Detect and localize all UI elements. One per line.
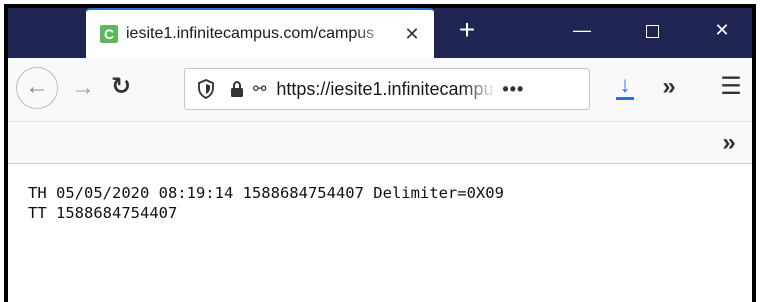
minimize-icon: — (573, 20, 591, 40)
text-line: TH 05/05/2020 08:19:14 1588684754407 Del… (28, 184, 504, 202)
reload-icon: ↻ (110, 73, 132, 100)
maximize-button[interactable] (624, 8, 680, 52)
back-button[interactable]: ← (16, 67, 58, 109)
tab-active[interactable]: C iesite1.infinitecampus.com/campus ✕ (86, 8, 434, 58)
hamburger-menu-icon: ☰ (720, 73, 742, 100)
permissions-icon[interactable]: ⚯ (253, 79, 266, 99)
minimize-button[interactable]: — (554, 8, 610, 52)
close-icon: ✕ (714, 20, 730, 40)
lock-icon[interactable] (229, 80, 245, 98)
tab-close-icon[interactable]: ✕ (402, 24, 422, 45)
tracking-protection-icon[interactable] (197, 79, 215, 99)
overflow-chevron-icon: » (662, 73, 676, 100)
download-button[interactable]: ↓ (610, 72, 640, 106)
download-underline (616, 97, 634, 100)
browser-window: C iesite1.infinitecampus.com/campus ✕ + … (4, 4, 756, 302)
tab-title: iesite1.infinitecampus.com/campus (126, 25, 375, 42)
forward-arrow-icon: → (71, 74, 95, 101)
browser-frame: C iesite1.infinitecampus.com/campus ✕ + … (8, 8, 752, 302)
text-line: TT 1588684754407 (28, 204, 178, 222)
page-actions-icon[interactable]: ••• (502, 79, 524, 100)
bookmarks-overflow-button[interactable]: » (714, 128, 744, 158)
site-favicon-icon: C (100, 25, 118, 43)
overflow-button[interactable]: » (654, 72, 684, 102)
navigation-toolbar: ← → ↻ ⚯ https://iesite1.infinitecampus.c… (8, 58, 752, 122)
forward-button[interactable]: → (68, 74, 98, 104)
menu-button[interactable]: ☰ (716, 72, 746, 102)
back-arrow-icon: ← (25, 73, 49, 100)
url-text[interactable]: https://iesite1.infinitecampus.com (276, 79, 496, 100)
maximize-icon (645, 24, 659, 38)
page-content: TH 05/05/2020 08:19:14 1588684754407 Del… (8, 165, 752, 302)
new-tab-button[interactable]: + (444, 8, 490, 54)
tab-strip: C iesite1.infinitecampus.com/campus ✕ + … (8, 8, 752, 58)
url-bar[interactable]: ⚯ https://iesite1.infinitecampus.com ••• (184, 68, 590, 110)
window-close-button[interactable]: ✕ (694, 8, 750, 52)
bookmarks-toolbar: » (8, 122, 752, 164)
download-icon: ↓ (619, 72, 631, 97)
overflow-chevron-icon: » (722, 129, 736, 156)
reload-button[interactable]: ↻ (106, 72, 136, 102)
